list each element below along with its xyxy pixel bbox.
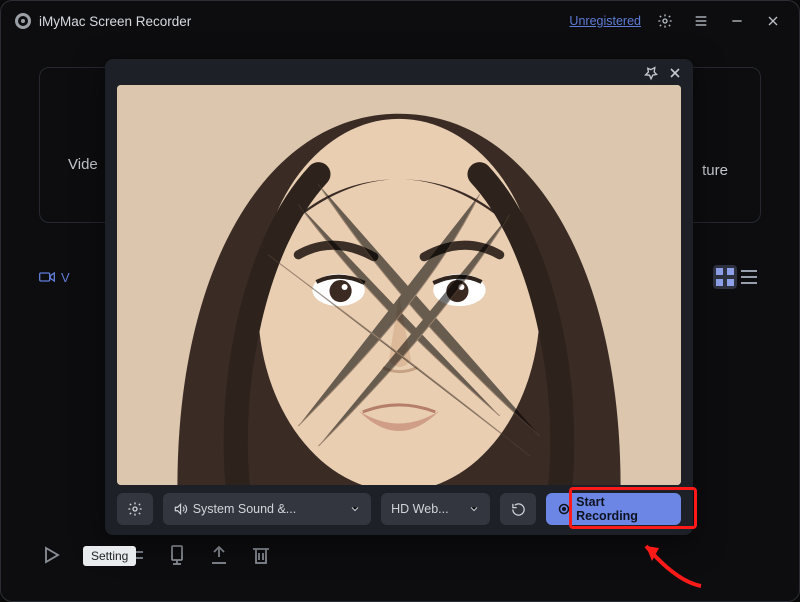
webcam-modal: System Sound &... HD Web... Start Record… xyxy=(105,59,693,535)
menu-icon[interactable] xyxy=(689,9,713,33)
modal-titlebar xyxy=(105,59,693,87)
annotation-arrow xyxy=(621,531,711,591)
start-recording-label: Start Recording xyxy=(576,495,669,523)
app-window: iMyMac Screen Recorder Unregistered Vide… xyxy=(0,0,800,602)
library-tab[interactable]: V xyxy=(39,270,70,285)
camera-source-label: HD Web... xyxy=(391,502,448,516)
titlebar-right: Unregistered xyxy=(569,9,785,33)
chevron-down-icon xyxy=(468,503,480,515)
camera-source-dropdown[interactable]: HD Web... xyxy=(381,493,490,525)
grid-view-button[interactable] xyxy=(713,265,737,289)
audio-source-dropdown[interactable]: System Sound &... xyxy=(163,493,371,525)
folder-icon[interactable] xyxy=(165,543,189,567)
webcam-preview xyxy=(117,85,681,485)
play-icon[interactable] xyxy=(39,543,63,567)
bottom-toolbar xyxy=(39,543,273,567)
close-button[interactable] xyxy=(761,9,785,33)
refresh-button[interactable] xyxy=(500,493,536,525)
chevron-down-icon xyxy=(349,503,361,515)
settings-tooltip: Setting xyxy=(83,546,136,566)
titlebar-left: iMyMac Screen Recorder xyxy=(15,13,191,29)
audio-source-label: System Sound &... xyxy=(193,502,297,516)
minimize-button[interactable] xyxy=(725,9,749,33)
share-icon[interactable] xyxy=(207,543,231,567)
modal-settings-button[interactable] xyxy=(117,493,153,525)
mode-right-label[interactable]: ture xyxy=(702,162,728,179)
pin-icon[interactable] xyxy=(643,65,659,81)
close-icon[interactable] xyxy=(667,65,683,81)
app-title: iMyMac Screen Recorder xyxy=(39,14,191,29)
settings-gear-icon[interactable] xyxy=(653,9,677,33)
trash-icon[interactable] xyxy=(249,543,273,567)
speaker-icon xyxy=(173,502,187,516)
unregistered-link[interactable]: Unregistered xyxy=(569,14,641,28)
app-logo-icon xyxy=(15,13,31,29)
webcam-face-image xyxy=(117,85,681,485)
start-recording-button[interactable]: Start Recording xyxy=(546,493,681,525)
list-view-button[interactable] xyxy=(737,265,761,289)
library-tab-label: V xyxy=(61,270,70,285)
titlebar: iMyMac Screen Recorder Unregistered xyxy=(1,1,799,41)
record-icon xyxy=(558,503,570,515)
modal-controls: System Sound &... HD Web... Start Record… xyxy=(117,493,681,525)
